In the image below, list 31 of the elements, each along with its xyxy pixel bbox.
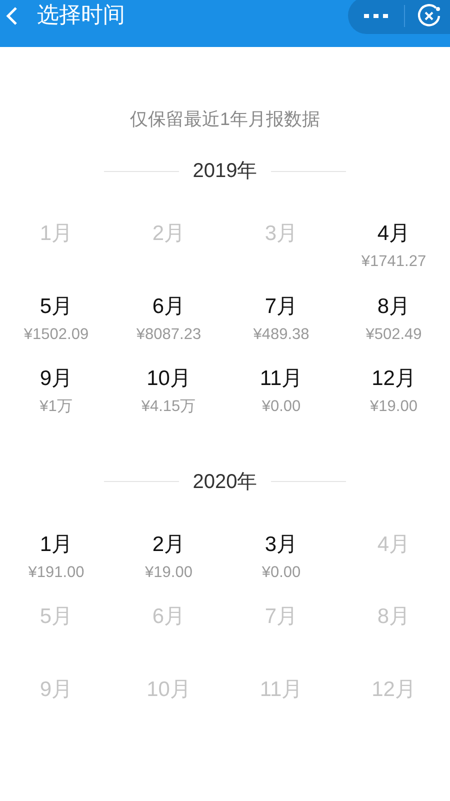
page-title: 选择时间 (37, 1, 125, 29)
month-option[interactable]: 2月 (152, 530, 186, 558)
month-amount: ¥8087.23 (136, 324, 202, 344)
close-icon (416, 2, 442, 28)
year-heading: 2020年 (192, 470, 258, 494)
month-option[interactable]: 1月 (40, 530, 73, 558)
month-amount: ¥0.00 (262, 397, 301, 417)
month-option[interactable]: 7月 (264, 292, 298, 320)
notice-text: 仅保留最近1年月报数据 (130, 108, 320, 130)
month-option[interactable]: 3月 (264, 530, 298, 558)
month-amount: ¥191.00 (28, 562, 84, 582)
month-amount: ¥19.00 (370, 397, 418, 417)
month-amount: ¥1502.09 (24, 324, 89, 344)
more-icon (364, 12, 388, 18)
month-option[interactable]: 8月 (377, 292, 410, 320)
month-amount: ¥0.00 (262, 562, 301, 582)
month-amount: ¥1万 (40, 397, 73, 417)
month-option[interactable]: 4月 (377, 220, 410, 248)
month-option[interactable]: 10月 (146, 365, 191, 393)
month-amount: ¥4.15万 (141, 397, 196, 417)
month-option[interactable]: 9月 (40, 365, 73, 393)
month-option[interactable]: 5月 (40, 292, 73, 320)
month-amount: ¥19.00 (145, 562, 192, 582)
back-icon (6, 6, 18, 26)
month-option[interactable]: 6月 (152, 292, 186, 320)
month-amount: ¥502.49 (366, 324, 422, 344)
year-heading: 2019年 (192, 159, 258, 184)
month-option[interactable]: 12月 (372, 365, 416, 393)
month-amount: ¥1741.27 (361, 252, 426, 272)
month-amount: ¥489.38 (253, 324, 310, 344)
month-option[interactable]: 11月 (260, 365, 303, 393)
